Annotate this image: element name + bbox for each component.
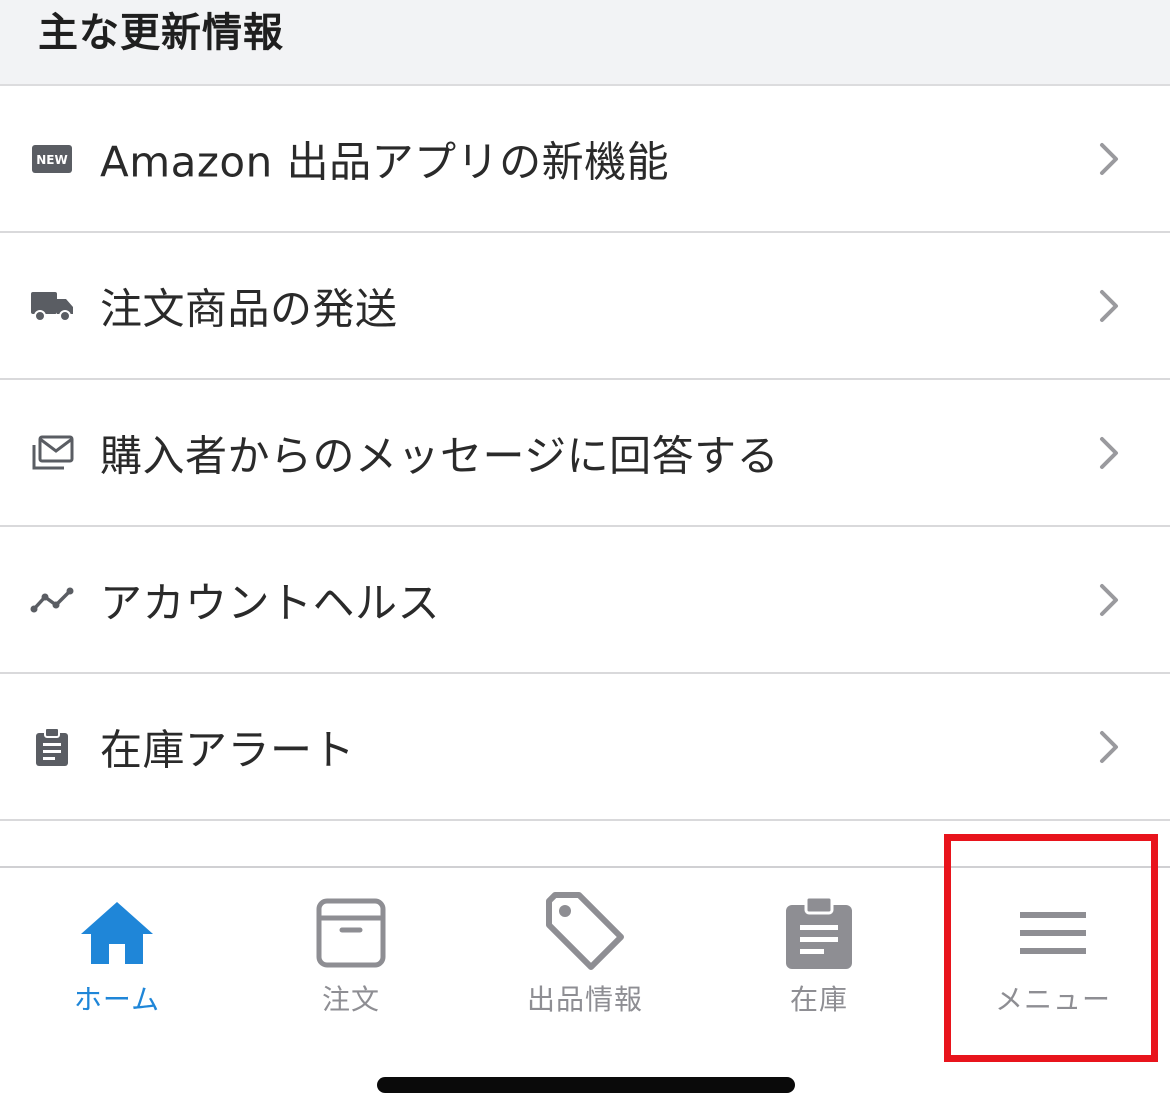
list-item-inventory-alert[interactable]: 在庫アラート	[0, 674, 1170, 821]
tab-label: 在庫	[789, 983, 848, 1016]
chevron-right-icon	[1100, 289, 1118, 322]
tab-orders[interactable]: 注文	[234, 884, 468, 1024]
new-badge-icon: NEW	[30, 137, 74, 181]
box-icon	[306, 892, 396, 974]
new-badge-text: NEW	[36, 153, 67, 167]
tab-home[interactable]: ホーム	[0, 884, 234, 1024]
menu-icon	[1008, 892, 1098, 974]
tab-label: ホーム	[73, 983, 161, 1016]
update-list: NEW Amazon 出品アプリの新機能 注文商品の発送 購入者からのメッセージ…	[0, 86, 1170, 821]
list-item-ship-orders[interactable]: 注文商品の発送	[0, 233, 1170, 380]
tab-inventory[interactable]: 在庫	[702, 884, 936, 1024]
list-item-buyer-messages[interactable]: 購入者からのメッセージに回答する	[0, 380, 1170, 527]
list-item-label: 注文商品の発送	[100, 284, 398, 333]
tab-menu[interactable]: メニュー	[936, 884, 1170, 1024]
messages-icon	[30, 431, 74, 475]
list-item-label: 在庫アラート	[100, 725, 356, 774]
section-title: 主な更新情報	[38, 10, 284, 56]
chevron-right-icon	[1100, 730, 1118, 763]
home-indicator	[377, 1077, 795, 1093]
list-item-label: アカウントヘルス	[100, 578, 441, 627]
tab-label: メニュー	[994, 983, 1111, 1016]
trend-line-icon	[30, 578, 74, 622]
chevron-right-icon	[1100, 436, 1118, 469]
tab-listings[interactable]: 出品情報	[468, 884, 702, 1024]
clipboard-icon	[774, 892, 864, 974]
truck-icon	[30, 284, 74, 328]
app-screen: 主な更新情報 NEW Amazon 出品アプリの新機能 注文商品の発送 購入者か…	[0, 0, 1170, 1117]
chevron-right-icon	[1100, 142, 1118, 175]
home-icon	[72, 892, 162, 974]
list-item-label: Amazon 出品アプリの新機能	[100, 137, 670, 186]
chevron-right-icon	[1100, 583, 1118, 616]
tab-label: 出品情報	[526, 983, 643, 1016]
list-item-label: 購入者からのメッセージに回答する	[100, 431, 780, 480]
tab-label: 注文	[321, 983, 380, 1016]
list-item-new-features[interactable]: NEW Amazon 出品アプリの新機能	[0, 86, 1170, 233]
clipboard-icon	[30, 725, 74, 769]
tag-icon	[540, 892, 630, 974]
list-item-account-health[interactable]: アカウントヘルス	[0, 527, 1170, 674]
section-header: 主な更新情報	[0, 0, 1170, 86]
